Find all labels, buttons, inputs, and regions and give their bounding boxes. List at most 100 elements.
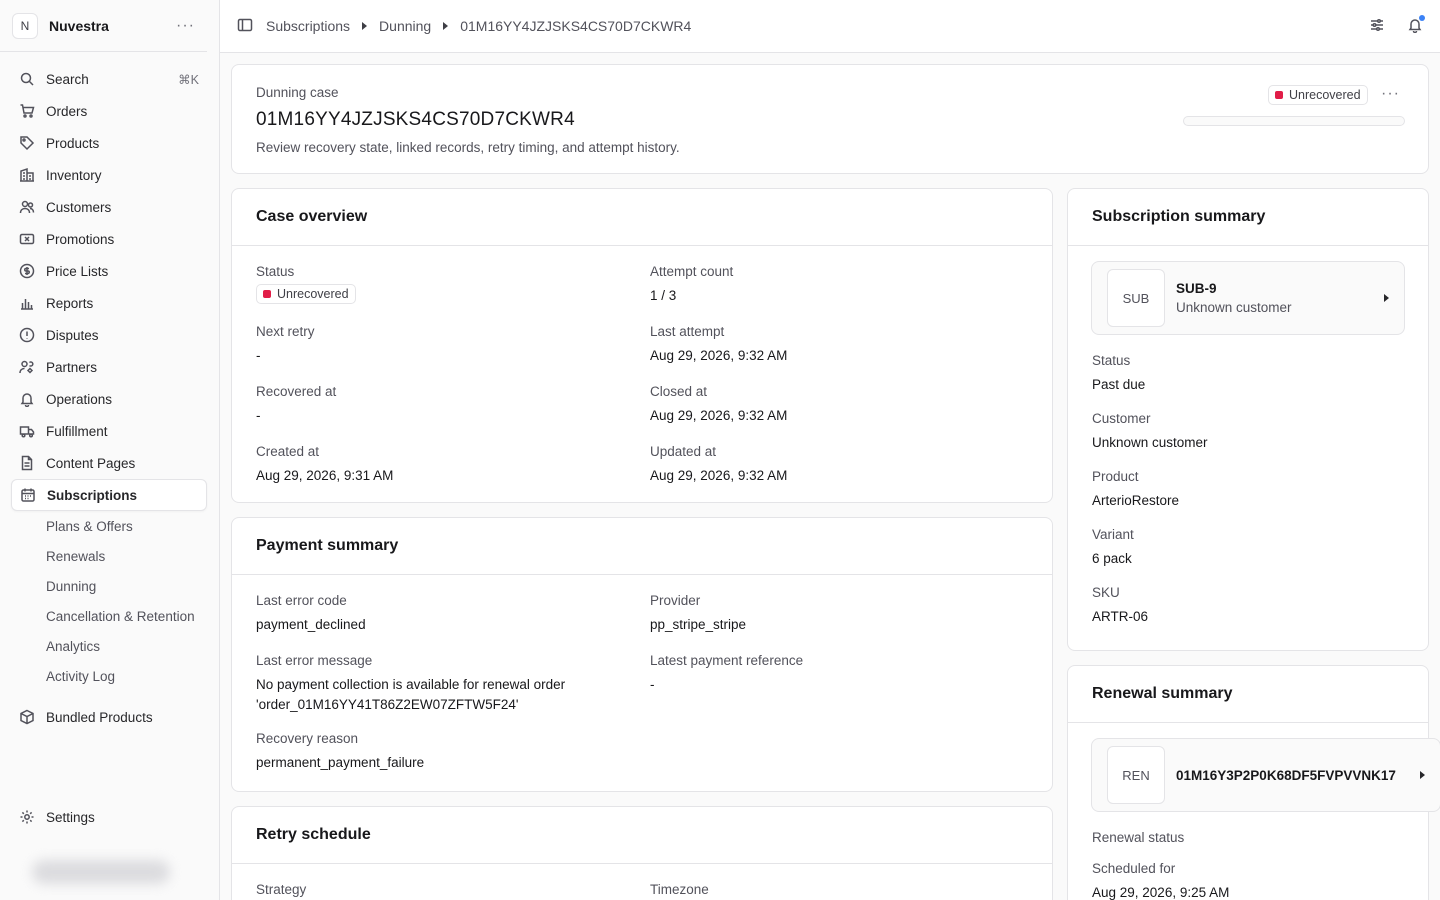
notifications-bell-icon[interactable] (1407, 14, 1425, 36)
card-title: Payment summary (232, 518, 1052, 575)
field-value: Past due (1092, 377, 1146, 392)
page-eyebrow: Dunning case (256, 85, 339, 100)
sidebar-item-disputes[interactable]: Disputes (11, 319, 207, 351)
sidebar-item-label: Settings (46, 809, 95, 825)
top-bar: Subscriptions Dunning 01M16YY4JZJSKS4CS7… (220, 0, 1440, 53)
subnav-renewals[interactable]: Renewals (0, 541, 219, 571)
box-icon (19, 709, 35, 725)
sidebar-item-label: Subscriptions (47, 487, 138, 503)
sidebar-item-settings[interactable]: Settings (11, 801, 208, 833)
dunning-header-card: Dunning case 01M16YY4JZJSKS4CS70D7CKWR4 … (231, 64, 1429, 174)
partners-icon (19, 359, 35, 375)
field-label: Updated at (650, 444, 717, 459)
field-attempt-count: Attempt count 1 / 3 (650, 264, 1028, 308)
sidebar-item-inventory[interactable]: Inventory (11, 159, 207, 191)
subscription-fields: Status Past due Customer Unknown custome… (1068, 353, 1428, 627)
truck-icon (19, 423, 35, 439)
chevron-right-icon (362, 22, 368, 30)
field-label: Product (1092, 469, 1139, 484)
status-dot (263, 290, 271, 298)
document-icon (19, 455, 35, 471)
subnav-dunning[interactable]: Dunning (0, 571, 219, 601)
field-label: Last error code (256, 593, 347, 608)
sidebar-item-promotions[interactable]: Promotions (11, 223, 207, 255)
sidebar-item-content-pages[interactable]: Content Pages (11, 447, 207, 479)
gear-icon (19, 809, 35, 825)
field-subscription-status: Status Past due (1092, 353, 1404, 395)
field-recovered-at: Recovered at - (256, 384, 650, 428)
breadcrumb: Subscriptions Dunning 01M16YY4JZJSKS4CS7… (266, 18, 691, 34)
field-last-attempt: Last attempt Aug 29, 2026, 9:32 AM (650, 324, 1028, 368)
sidebar-item-bundled-products[interactable]: Bundled Products (11, 701, 207, 733)
sidebar-item-partners[interactable]: Partners (11, 351, 207, 383)
store-name: Nuvestra (49, 17, 109, 34)
sidebar-item-label: Partners (46, 359, 98, 375)
more-horizontal-icon[interactable]: ··· (1381, 85, 1400, 103)
calendar-icon (20, 487, 36, 503)
field-value: Aug 29, 2026, 9:25 AM (1092, 885, 1230, 900)
breadcrumb-current: 01M16YY4JZJSKS4CS70D7CKWR4 (460, 18, 692, 34)
renewal-link[interactable]: REN 01M16Y3P2P0K68DF5FVPVVNK17 (1091, 738, 1440, 812)
field-value: 1 / 3 (650, 288, 677, 303)
sidebar-item-label: Bundled Products (46, 709, 153, 725)
field-label: Recovered at (256, 384, 337, 399)
field-timezone: Timezone (650, 882, 1028, 900)
field-value: - (256, 408, 261, 423)
sidebar-item-label: Fulfillment (46, 423, 108, 439)
subnav-analytics[interactable]: Analytics (0, 631, 219, 661)
field-value: ArterioRestore (1092, 493, 1180, 508)
renewal-id: 01M16Y3P2P0K68DF5FVPVVNK17 (1176, 767, 1396, 783)
subnav-activity-log[interactable]: Activity Log (0, 661, 219, 691)
field-renewal-status: Renewal status (1092, 830, 1404, 845)
field-created-at: Created at Aug 29, 2026, 9:31 AM (256, 444, 650, 488)
more-horizontal-icon[interactable]: ··· (176, 17, 195, 35)
payment-summary-fields: Last error code payment_declined Provide… (232, 575, 1052, 775)
sidebar-item-subscriptions[interactable]: Subscriptions (11, 479, 207, 511)
sidebar-item-price-lists[interactable]: Price Lists (11, 255, 207, 287)
sliders-icon[interactable] (1369, 17, 1385, 36)
sidebar-item-label: Customers (46, 199, 112, 215)
renewal-fields: Renewal status Scheduled for Aug 29, 202… (1068, 830, 1428, 900)
sidebar-item-search[interactable]: Search ⌘K (11, 63, 207, 95)
subnav-cancellation-retention[interactable]: Cancellation & Retention (0, 601, 219, 631)
subscription-thumb: SUB (1107, 269, 1165, 327)
dollar-icon (19, 263, 35, 279)
field-sku: SKU ARTR-06 (1092, 585, 1404, 627)
sidebar-item-products[interactable]: Products (11, 127, 207, 159)
field-value: Aug 29, 2026, 9:32 AM (650, 468, 788, 483)
chevron-right-icon (1420, 771, 1425, 779)
field-label: Recovery reason (256, 731, 359, 746)
breadcrumb-dunning[interactable]: Dunning (379, 18, 431, 34)
field-customer: Customer Unknown customer (1092, 411, 1404, 453)
field-scheduled-for: Scheduled for Aug 29, 2026, 9:25 AM (1092, 861, 1404, 900)
breadcrumb-subscriptions[interactable]: Subscriptions (266, 18, 350, 34)
field-value: No payment collection is available for r… (256, 677, 566, 712)
sidebar-item-fulfillment[interactable]: Fulfillment (11, 415, 207, 447)
alert-icon (19, 327, 35, 343)
sidebar-item-label: Reports (46, 295, 94, 311)
field-label: Strategy (256, 882, 307, 897)
sidebar-item-label: Products (46, 135, 100, 151)
field-value: pp_stripe_stripe (650, 617, 747, 632)
subscription-link[interactable]: SUB SUB-9 Unknown customer (1091, 261, 1405, 335)
card-title: Subscription summary (1068, 189, 1428, 246)
sidebar-toggle-icon[interactable] (237, 17, 253, 36)
field-value: Aug 29, 2026, 9:32 AM (650, 348, 788, 363)
store-switcher[interactable]: N Nuvestra ··· (0, 0, 207, 52)
sidebar-item-customers[interactable]: Customers (11, 191, 207, 223)
field-variant: Variant 6 pack (1092, 527, 1404, 569)
ticket-icon (19, 231, 35, 247)
chevron-right-icon (443, 22, 449, 30)
retry-schedule-card: Retry schedule Strategy Timezone (231, 806, 1053, 900)
sidebar-item-operations[interactable]: Operations (11, 383, 207, 415)
sidebar-item-label: Promotions (46, 231, 115, 247)
field-value: 6 pack (1092, 551, 1132, 566)
user-menu-blurred[interactable] (32, 860, 170, 884)
case-overview-fields: Status Unrecovered Attempt count 1 / 3 N… (232, 246, 1052, 488)
subnav-plans-offers[interactable]: Plans & Offers (0, 511, 219, 541)
field-label: Attempt count (650, 264, 734, 279)
sidebar-item-reports[interactable]: Reports (11, 287, 207, 319)
field-label: Closed at (650, 384, 708, 399)
field-label: Renewal status (1092, 830, 1185, 845)
sidebar-item-orders[interactable]: Orders (11, 95, 207, 127)
